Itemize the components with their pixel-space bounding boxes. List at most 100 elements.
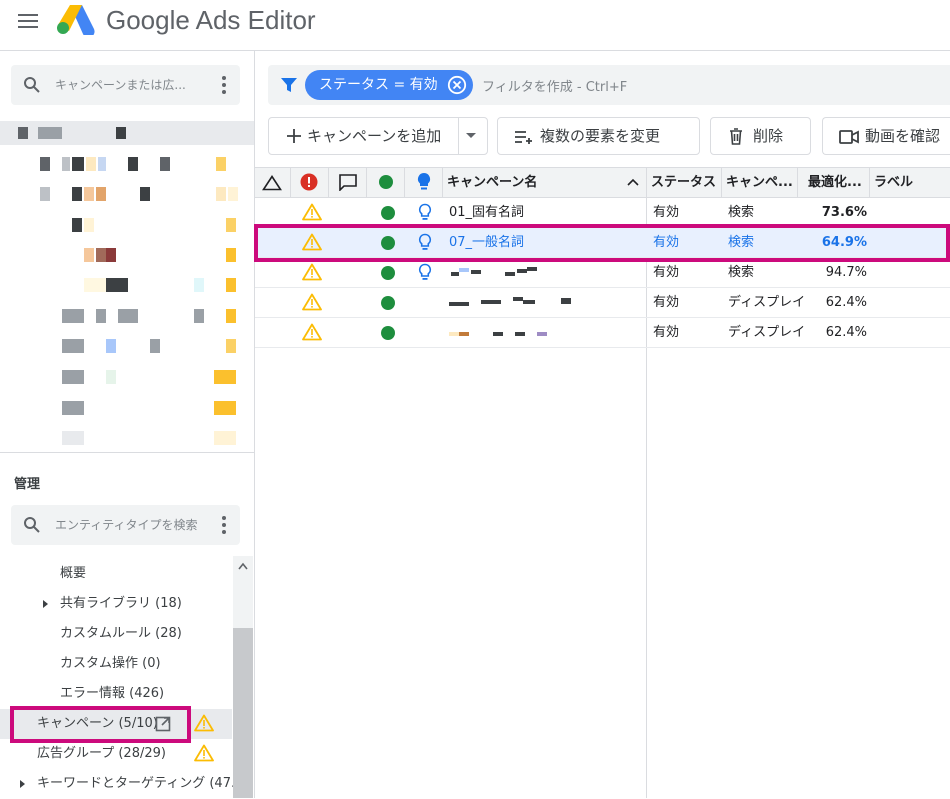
table-row[interactable]: 有効 ディスプレイ 62.4% <box>255 318 950 348</box>
nav-item-label: カスタムルール (28) <box>60 626 182 641</box>
status-cell: 有効 <box>653 205 680 220</box>
grid-header: キャンペーン名 ステータス キャンペ... 最適化... ラベル <box>255 167 950 198</box>
nav-item-label: 広告グループ (28/29) <box>37 746 166 761</box>
scroll-thumb[interactable] <box>233 628 253 798</box>
filter-bar[interactable]: ステータス = 有効 フィルタを作成 - Ctrl+F <box>268 65 950 105</box>
nav-item-label: カスタム操作 (0) <box>60 656 161 671</box>
campaign-type-cell: 検索 <box>728 265 755 280</box>
campaign-type-cell: ディスプレイ <box>728 295 806 310</box>
app-header: Google Ads Editor <box>0 0 950 51</box>
redacted-name <box>459 268 469 272</box>
col-warning-header[interactable] <box>255 168 291 197</box>
campaign-search-box[interactable] <box>11 65 240 105</box>
error-icon <box>300 173 318 191</box>
campaign-name-cell[interactable]: 01_固有名詞 <box>449 198 524 227</box>
nav-item-keywords-targeting[interactable]: キーワードとターゲティング (47... <box>0 769 243 799</box>
warning-icon <box>194 714 214 732</box>
entity-search-input[interactable] <box>55 513 215 537</box>
search-icon <box>24 77 40 93</box>
status-enabled-icon <box>381 206 395 220</box>
warning-icon <box>302 263 322 281</box>
delete-button[interactable]: 削除 <box>710 117 811 155</box>
status-enabled-icon <box>381 266 395 280</box>
campaign-type-header-label: キャンペ... <box>726 175 793 190</box>
col-optimization-header[interactable]: 最適化... <box>798 168 870 197</box>
left-panel: 管理 概要 共有ライブラリ (18) カスタムルール (28) カスタム操作 (… <box>0 51 255 798</box>
more-options-icon[interactable] <box>222 516 226 534</box>
redacted-name <box>537 332 547 336</box>
optimization-header-label: 最適化... <box>808 175 862 190</box>
bulk-edit-label: 複数の要素を変更 <box>540 127 661 145</box>
dropdown-arrow-icon[interactable] <box>466 133 476 138</box>
bulk-edit-button[interactable]: 複数の要素を変更 <box>497 117 700 155</box>
nav-item-custom-rules[interactable]: カスタムルール (28) <box>0 619 232 649</box>
sort-ascending-icon[interactable] <box>627 178 639 186</box>
redacted-name <box>493 332 503 336</box>
status-cell: 有効 <box>653 295 680 310</box>
table-row[interactable]: 有効 ディスプレイ 62.4% <box>255 288 950 318</box>
warning-icon <box>302 203 322 221</box>
entity-search-box[interactable] <box>11 505 240 545</box>
video-check-button[interactable]: 動画を確認 <box>822 117 950 155</box>
campaign-search-input[interactable] <box>55 73 205 97</box>
playlist-add-icon <box>515 131 532 144</box>
expand-arrow-icon[interactable] <box>20 780 25 788</box>
redacted-name <box>459 332 469 336</box>
nav-item-label: キーワードとターゲティング (47... <box>37 776 244 791</box>
nav-item-overview[interactable]: 概要 <box>0 559 232 589</box>
status-enabled-icon <box>381 326 395 340</box>
col-recommendation-header[interactable] <box>405 168 443 197</box>
scroll-up-icon[interactable] <box>238 562 248 570</box>
filter-chip-status[interactable]: ステータス = 有効 <box>305 70 473 100</box>
status-dot-icon <box>379 175 393 189</box>
nav-scrollbar[interactable] <box>233 556 253 798</box>
lightbulb-outline-icon[interactable] <box>418 203 432 223</box>
optimization-score-cell: 62.4% <box>825 295 867 310</box>
google-ads-logo-icon <box>57 5 95 35</box>
col-campaign-type-header[interactable]: キャンペ... <box>722 168 798 197</box>
nav-item-error-info[interactable]: エラー情報 (426) <box>0 679 232 709</box>
redacted-name <box>481 300 501 304</box>
warning-icon <box>194 744 214 762</box>
add-campaign-button[interactable]: キャンペーンを追加 <box>268 117 488 155</box>
remove-filter-icon[interactable] <box>447 75 467 95</box>
nav-item-shared-library[interactable]: 共有ライブラリ (18) <box>0 589 232 619</box>
trash-icon <box>730 128 742 145</box>
nav-item-label: 共有ライブラリ (18) <box>60 596 182 611</box>
campaign-type-cell: ディスプレイ <box>728 325 806 340</box>
video-check-label: 動画を確認 <box>865 127 941 145</box>
col-campaign-name-header[interactable]: キャンペーン名 <box>443 168 647 197</box>
col-error-header[interactable] <box>291 168 329 197</box>
campaign-name-header-label: キャンペーン名 <box>447 175 538 190</box>
table-row[interactable]: 有効 検索 94.7% <box>255 258 950 288</box>
video-icon <box>839 130 859 144</box>
redacted-name <box>471 270 481 274</box>
redacted-name <box>561 298 571 304</box>
warning-icon <box>302 323 322 341</box>
redacted-name <box>513 297 523 301</box>
redacted-name <box>449 332 459 336</box>
col-comment-header[interactable] <box>329 168 367 197</box>
expand-arrow-icon[interactable] <box>43 600 48 608</box>
nav-item-label: 概要 <box>60 566 87 581</box>
plus-icon <box>287 129 301 143</box>
redacted-name <box>527 267 537 271</box>
account-tree[interactable] <box>0 121 254 451</box>
col-status-header[interactable]: ステータス <box>647 168 722 197</box>
more-options-icon[interactable] <box>222 76 226 94</box>
col-status-dot-header[interactable] <box>367 168 405 197</box>
nav-item-label: エラー情報 (426) <box>60 686 165 701</box>
redacted-name <box>517 269 527 273</box>
delete-label: 削除 <box>753 127 784 145</box>
lightbulb-outline-icon[interactable] <box>418 263 432 283</box>
nav-item-custom-actions[interactable]: カスタム操作 (0) <box>0 649 232 679</box>
redacted-name <box>523 300 535 304</box>
filter-icon[interactable] <box>280 77 298 93</box>
optimization-score-cell: 94.7% <box>825 265 867 280</box>
optimization-score-cell: 73.6% <box>821 205 867 220</box>
nav-item-ad-groups[interactable]: 広告グループ (28/29) <box>0 739 232 769</box>
redacted-name <box>449 302 469 306</box>
manage-section-title: 管理 <box>14 477 41 492</box>
menu-icon[interactable] <box>18 11 38 28</box>
col-label-header[interactable]: ラベル <box>870 168 950 197</box>
